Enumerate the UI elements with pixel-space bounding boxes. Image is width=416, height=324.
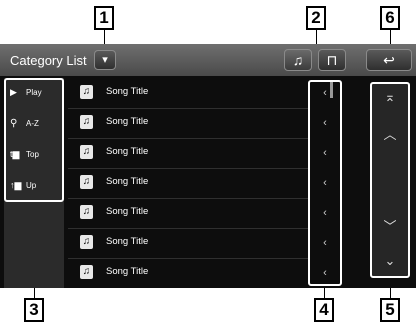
callout-1: 1 — [94, 6, 114, 30]
music-note-icon: ♫ — [292, 52, 304, 68]
music-note-icon: ♫ — [80, 85, 93, 99]
music-note-icon: ♫ — [80, 175, 93, 189]
song-list: ♫ Song Title ♫ Song Title ♫ Song Title ♫… — [68, 78, 308, 288]
chevron-down-icon: ▾ — [102, 54, 108, 66]
list-item[interactable]: ♫ Song Title — [68, 168, 308, 199]
callout-2: 2 — [306, 6, 326, 30]
back-button[interactable]: ↩ — [366, 49, 412, 71]
music-note-icon: ♫ — [80, 265, 93, 279]
song-title: Song Title — [106, 176, 149, 187]
music-note-icon: ♫ — [80, 205, 93, 219]
film-icon: ⊓ — [326, 52, 338, 68]
song-title: Song Title — [106, 236, 149, 247]
jump-column-highlight-frame — [308, 80, 342, 286]
header-bar: Category List ▾ ♫ ⊓ ↩ — [0, 44, 416, 76]
list-item[interactable]: ♫ Song Title — [68, 78, 308, 109]
song-title: Song Title — [106, 146, 149, 157]
list-item[interactable]: ♫ Song Title — [68, 108, 308, 139]
sidebar-highlight-frame — [4, 78, 64, 202]
callout-3: 3 — [24, 298, 44, 322]
music-note-icon: ♫ — [80, 145, 93, 159]
music-note-icon: ♫ — [80, 115, 93, 129]
music-mode-button[interactable]: ♫ — [284, 49, 312, 71]
list-item[interactable]: ♫ Song Title — [68, 198, 308, 229]
music-note-icon: ♫ — [80, 235, 93, 249]
page-controls-highlight-frame — [370, 82, 410, 278]
page-title: Category List — [10, 53, 87, 68]
back-arrow-icon: ↩ — [383, 52, 395, 68]
song-title: Song Title — [106, 266, 149, 277]
callout-6: 6 — [380, 6, 400, 30]
song-title: Song Title — [106, 86, 149, 97]
category-dropdown-button[interactable]: ▾ — [94, 50, 116, 70]
song-title: Song Title — [106, 116, 149, 127]
callout-5: 5 — [380, 298, 400, 322]
list-item[interactable]: ♫ Song Title — [68, 138, 308, 169]
callout-4: 4 — [314, 298, 334, 322]
list-item[interactable]: ♫ Song Title — [68, 258, 308, 288]
video-mode-button[interactable]: ⊓ — [318, 49, 346, 71]
song-title: Song Title — [106, 206, 149, 217]
list-item[interactable]: ♫ Song Title — [68, 228, 308, 259]
category-list-screen: Category List ▾ ♫ ⊓ ↩ ▶ Play ⚲ A-Z t▆ To… — [0, 44, 416, 288]
